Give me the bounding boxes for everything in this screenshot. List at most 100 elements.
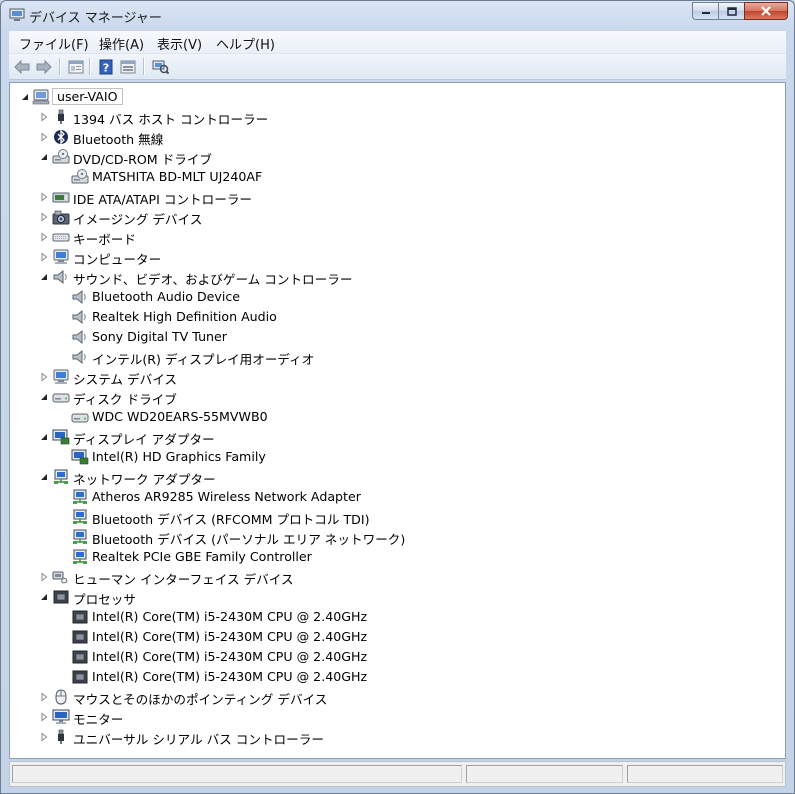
- tree-device[interactable]: インテル(R) ディスプレイ用オーディオ: [10, 347, 785, 367]
- network-icon: [73, 549, 87, 564]
- expand-triangle-icon[interactable]: [39, 212, 49, 222]
- expand-triangle-icon[interactable]: [39, 112, 49, 122]
- tree-category[interactable]: ユニバーサル シリアル バス コントローラー: [10, 727, 785, 747]
- tree-category[interactable]: サウンド、ビデオ、およびゲーム コントローラー: [10, 267, 785, 287]
- properties-icon: [68, 60, 84, 73]
- tree-device[interactable]: Intel(R) Core(TM) i5-2430M CPU @ 2.40GHz: [10, 647, 785, 667]
- expand-triangle-icon[interactable]: [39, 372, 49, 382]
- device-label: Realtek High Definition Audio: [92, 309, 277, 324]
- category-label: コンピューター: [73, 252, 162, 267]
- ide-icon: [52, 192, 70, 203]
- category-label: モニター: [73, 712, 124, 727]
- network-icon: [73, 489, 87, 504]
- cpu-icon: [72, 670, 88, 684]
- menu-action[interactable]: 操作(A): [99, 34, 144, 53]
- tree-device[interactable]: Intel(R) Core(TM) i5-2430M CPU @ 2.40GHz: [10, 627, 785, 647]
- tree-category[interactable]: コンピューター: [10, 247, 785, 267]
- tree-category[interactable]: ネットワーク アダプター: [10, 467, 785, 487]
- expand-triangle-icon[interactable]: [39, 732, 49, 742]
- disk-icon: [71, 413, 89, 423]
- expand-triangle-icon[interactable]: [39, 232, 49, 242]
- device-label: WDC WD20EARS-55MVWB0: [92, 409, 268, 424]
- collapse-triangle-icon[interactable]: [39, 432, 49, 442]
- help-button[interactable]: ?: [97, 58, 115, 75]
- device-manager-window: デバイス マネージャー ファイル(F) 操作(A) 表示(V) ヘルプ(H) ?…: [0, 0, 795, 794]
- expand-triangle-icon[interactable]: [39, 132, 49, 142]
- collapse-triangle-icon[interactable]: [20, 92, 30, 102]
- device-label: Intel(R) Core(TM) i5-2430M CPU @ 2.40GHz: [92, 669, 368, 684]
- tree-device[interactable]: Intel(R) HD Graphics Family: [10, 447, 785, 467]
- toolbar-separator: [143, 58, 145, 75]
- collapse-triangle-icon[interactable]: [39, 472, 49, 482]
- category-label: イメージング デバイス: [73, 212, 203, 227]
- collapse-triangle-icon[interactable]: [39, 272, 49, 282]
- category-label: マウスとそのほかのポインティング デバイス: [73, 692, 328, 707]
- tree-category[interactable]: IDE ATA/ATAPI コントローラー: [10, 187, 785, 207]
- forward-button[interactable]: [35, 58, 53, 75]
- tree-category[interactable]: ヒューマン インターフェイス デバイス: [10, 567, 785, 587]
- tree-category[interactable]: キーボード: [10, 227, 785, 247]
- forward-arrow-icon: [36, 59, 52, 74]
- tree-category[interactable]: プロセッサ: [10, 587, 785, 607]
- tree-device[interactable]: Bluetooth デバイス (パーソナル エリア ネットワーク): [10, 527, 785, 547]
- view-button[interactable]: [119, 58, 137, 75]
- minimize-icon: [701, 12, 710, 14]
- tree-category[interactable]: マウスとそのほかのポインティング デバイス: [10, 687, 785, 707]
- collapse-triangle-icon[interactable]: [39, 392, 49, 402]
- toolbar-separator: [59, 58, 61, 75]
- expand-triangle-icon[interactable]: [39, 572, 49, 582]
- tree-category[interactable]: 1394 バス ホスト コントローラー: [10, 107, 785, 127]
- speaker-icon: [72, 289, 86, 305]
- category-label: ディスク ドライブ: [73, 392, 177, 407]
- properties-button[interactable]: [67, 58, 85, 75]
- tree-category[interactable]: Bluetooth 無線: [10, 127, 785, 147]
- device-label: Bluetooth Audio Device: [92, 289, 241, 304]
- device-label: Realtek PCIe GBE Family Controller: [92, 549, 312, 564]
- expand-triangle-icon[interactable]: [39, 192, 49, 202]
- dvd-icon: [71, 169, 89, 184]
- expand-triangle-icon[interactable]: [39, 252, 49, 262]
- tree-device[interactable]: Atheros AR9285 Wireless Network Adapter: [10, 487, 785, 507]
- tree-device[interactable]: Realtek PCIe GBE Family Controller: [10, 547, 785, 567]
- device-label: インテル(R) ディスプレイ用オーディオ: [92, 352, 315, 367]
- title-bar[interactable]: デバイス マネージャー: [1, 1, 794, 29]
- network-icon: [73, 509, 87, 524]
- tree-device[interactable]: Realtek High Definition Audio: [10, 307, 785, 327]
- close-button[interactable]: [744, 2, 788, 20]
- tree-device[interactable]: Sony Digital TV Tuner: [10, 327, 785, 347]
- device-tree[interactable]: user-VAIO 1394 バス ホスト コントローラー Bluetooth 無…: [9, 82, 786, 759]
- device-label: Atheros AR9285 Wireless Network Adapter: [92, 489, 361, 504]
- minimize-button[interactable]: [692, 2, 718, 20]
- monitor-icon: [52, 709, 70, 724]
- expand-triangle-icon[interactable]: [39, 712, 49, 722]
- category-label: サウンド、ビデオ、およびゲーム コントローラー: [73, 272, 353, 287]
- device-label: Intel(R) Core(TM) i5-2430M CPU @ 2.40GHz: [92, 629, 368, 644]
- menu-file[interactable]: ファイル(F): [19, 34, 89, 53]
- keyboard-icon: [52, 233, 70, 242]
- collapse-triangle-icon[interactable]: [39, 592, 49, 602]
- menu-view[interactable]: 表示(V): [157, 34, 202, 53]
- tree-root[interactable]: user-VAIO: [10, 87, 785, 107]
- collapse-triangle-icon[interactable]: [39, 152, 49, 162]
- tree-device[interactable]: Intel(R) Core(TM) i5-2430M CPU @ 2.40GHz: [10, 667, 785, 687]
- tree-category[interactable]: ディスプレイ アダプター: [10, 427, 785, 447]
- expand-triangle-icon[interactable]: [39, 692, 49, 702]
- scan-hardware-icon: [152, 60, 169, 74]
- tree-device[interactable]: WDC WD20EARS-55MVWB0: [10, 407, 785, 427]
- tree-category[interactable]: モニター: [10, 707, 785, 727]
- tree-device[interactable]: Bluetooth Audio Device: [10, 287, 785, 307]
- back-button[interactable]: [13, 58, 31, 75]
- scan-hardware-button[interactable]: [151, 58, 169, 75]
- tree-device[interactable]: Intel(R) Core(TM) i5-2430M CPU @ 2.40GHz: [10, 607, 785, 627]
- speaker-icon: [53, 269, 67, 285]
- tree-device[interactable]: MATSHITA BD-MLT UJ240AF: [10, 167, 785, 187]
- menu-help[interactable]: ヘルプ(H): [216, 34, 275, 53]
- tree-device[interactable]: Bluetooth デバイス (RFCOMM プロトコル TDI): [10, 507, 785, 527]
- caption-buttons: [692, 2, 788, 21]
- tree-category[interactable]: システム デバイス: [10, 367, 785, 387]
- display-icon: [52, 429, 70, 445]
- tree-category[interactable]: DVD/CD-ROM ドライブ: [10, 147, 785, 167]
- maximize-button[interactable]: [718, 2, 744, 20]
- tree-category[interactable]: ディスク ドライブ: [10, 387, 785, 407]
- tree-category[interactable]: イメージング デバイス: [10, 207, 785, 227]
